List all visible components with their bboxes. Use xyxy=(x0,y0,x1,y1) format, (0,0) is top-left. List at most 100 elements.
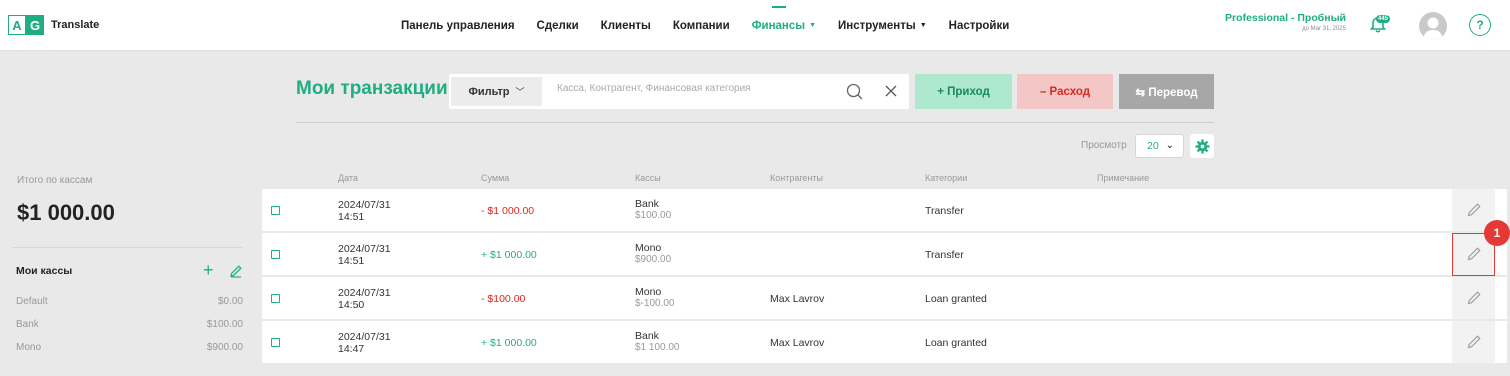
kassa-amount: $900.00 xyxy=(206,342,243,353)
nav-clients[interactable]: Клиенты xyxy=(601,20,651,32)
row-date: 2024/07/31 xyxy=(338,287,391,299)
row-time: 14:47 xyxy=(338,343,365,355)
row-date: 2024/07/31 xyxy=(338,331,391,343)
page-size-value: 20 xyxy=(1147,140,1159,152)
divider xyxy=(296,122,1214,123)
logo-letter-a: A xyxy=(8,15,26,35)
kassa-amount: $100.00 xyxy=(206,319,243,330)
nav-companies[interactable]: Компании xyxy=(673,20,730,32)
close-icon[interactable] xyxy=(884,84,898,98)
row-checkbox[interactable] xyxy=(271,206,280,215)
total-value: $1 000.00 xyxy=(17,200,115,225)
divider xyxy=(12,247,242,248)
search-icon[interactable] xyxy=(846,83,863,100)
add-kassa-button[interactable]: + xyxy=(203,261,214,279)
search-input[interactable] xyxy=(557,83,827,94)
row-checkbox[interactable] xyxy=(271,250,280,259)
kassa-item-default[interactable]: Default $0.00 xyxy=(16,296,243,307)
edit-row-button[interactable] xyxy=(1452,277,1495,319)
user-avatar[interactable] xyxy=(1419,12,1447,40)
row-party[interactable]: Max Lavrov xyxy=(770,337,824,349)
nav-label: Компании xyxy=(672,19,730,32)
kassa-name: Bank xyxy=(635,198,659,210)
edit-kassy-button[interactable] xyxy=(229,264,243,278)
notification-badge: 445 xyxy=(1376,15,1391,23)
caret-down-icon: ▼ xyxy=(809,21,817,29)
nav-settings[interactable]: Настройки xyxy=(949,20,1010,32)
pencil-icon xyxy=(1467,203,1481,217)
column-header-party[interactable]: Контрагенты xyxy=(770,173,823,183)
help-icon: ? xyxy=(1476,18,1484,32)
kassy-title: Мои кассы xyxy=(16,265,73,277)
kassa-name: Bank xyxy=(635,330,659,342)
page-size-select[interactable]: 20 ⌄ xyxy=(1135,134,1184,158)
pencil-icon xyxy=(230,265,242,278)
notifications-button[interactable]: 445 xyxy=(1368,15,1391,35)
main-nav: Панель управления Сделки Клиенты Компани… xyxy=(390,0,1020,51)
step-marker: 1 xyxy=(1484,220,1510,246)
row-category: Transfer xyxy=(925,205,964,217)
kassa-name: Default xyxy=(16,296,48,307)
table-row[interactable]: 2024/07/31 14:50 - $100.00 Mono $-100.00 M… xyxy=(262,277,1507,319)
nav-label: Инструменты xyxy=(838,19,916,32)
pencil-icon xyxy=(1467,335,1481,349)
table-settings-button[interactable] xyxy=(1190,134,1214,158)
row-date: 2024/07/31 xyxy=(338,243,391,255)
column-header-category[interactable]: Категории xyxy=(925,173,967,183)
user-silhouette-icon xyxy=(1423,17,1443,40)
row-amount: - $100.00 xyxy=(481,293,526,305)
kassa-name: Mono xyxy=(16,342,42,353)
row-category: Loan granted xyxy=(925,337,987,349)
chevron-down-icon: ﹀ xyxy=(515,87,525,97)
nav-dashboard[interactable]: Панель управления xyxy=(401,20,515,32)
column-header-note[interactable]: Примечание xyxy=(1097,173,1149,183)
plan-name: Professional - Пробный xyxy=(1225,12,1346,24)
nav-deals[interactable]: Сделки xyxy=(537,20,579,32)
add-expense-button[interactable]: – Расход xyxy=(1017,74,1113,109)
help-button[interactable]: ? xyxy=(1469,14,1491,36)
logo-letter-g: G xyxy=(26,15,44,35)
row-checkbox[interactable] xyxy=(271,338,280,347)
chevron-down-icon: ⌄ xyxy=(1165,140,1174,151)
column-header-kassa[interactable]: Кассы xyxy=(635,173,661,183)
kassa-balance: $100.00 xyxy=(635,210,672,221)
edit-row-button[interactable] xyxy=(1452,321,1495,363)
kassa-item-bank[interactable]: Bank $100.00 xyxy=(16,319,243,330)
column-header-date[interactable]: Дата xyxy=(338,173,358,183)
row-checkbox[interactable] xyxy=(271,294,280,303)
view-label: Просмотр xyxy=(1081,140,1127,151)
kassa-balance: $1 100.00 xyxy=(635,342,680,353)
nav-label: Настройки xyxy=(948,19,1010,32)
row-party[interactable]: Max Lavrov xyxy=(770,293,824,305)
nav-label: Клиенты xyxy=(600,19,651,32)
filter-button[interactable]: Фильтр ﹀ xyxy=(451,77,542,106)
kassa-item-mono[interactable]: Mono $900.00 xyxy=(16,342,243,353)
app-logo[interactable]: A G Translate xyxy=(8,15,99,35)
kassa-name: Bank xyxy=(16,319,39,330)
filter-search-bar: Фильтр ﹀ xyxy=(449,74,909,109)
table-row[interactable]: 2024/07/31 14:51 + $1 000.00 Mono $900.00 … xyxy=(262,233,1507,275)
row-kassa: Bank $1 100.00 xyxy=(635,330,680,354)
page-title: Мои транзакции xyxy=(296,78,448,99)
column-header-amount[interactable]: Сумма xyxy=(481,173,509,183)
row-category: Loan granted xyxy=(925,293,987,305)
plan-info[interactable]: Professional - Пробный до Mar 31, 2025 xyxy=(1222,12,1346,32)
table-row[interactable]: 2024/07/31 14:47 + $1 000.00 Bank $1 100.0… xyxy=(262,321,1507,363)
kassa-balance: $-100.00 xyxy=(635,298,675,309)
pencil-icon xyxy=(1467,291,1481,305)
row-amount: + $1 000.00 xyxy=(481,337,537,349)
kassa-name: Mono xyxy=(635,242,662,254)
add-income-button[interactable]: + Приход xyxy=(915,74,1012,109)
add-transfer-button[interactable]: ⇆ Перевод xyxy=(1119,74,1214,109)
gear-icon xyxy=(1194,138,1210,154)
row-datetime: 2024/07/31 14:51 xyxy=(338,243,391,267)
table-row[interactable]: 2024/07/31 14:51 - $1 000.00 Bank $100.00 … xyxy=(262,189,1507,231)
row-datetime: 2024/07/31 14:50 xyxy=(338,287,391,311)
row-kassa: Bank $100.00 xyxy=(635,198,672,222)
row-category: Transfer xyxy=(925,249,964,261)
nav-finance[interactable]: Финансы ▼ xyxy=(752,5,817,32)
nav-tools[interactable]: Инструменты ▼ xyxy=(838,20,927,32)
kassa-amount: $0.00 xyxy=(217,296,243,307)
top-header: A G Translate Панель управления Сделки К… xyxy=(0,0,1510,51)
row-time: 14:51 xyxy=(338,255,365,267)
